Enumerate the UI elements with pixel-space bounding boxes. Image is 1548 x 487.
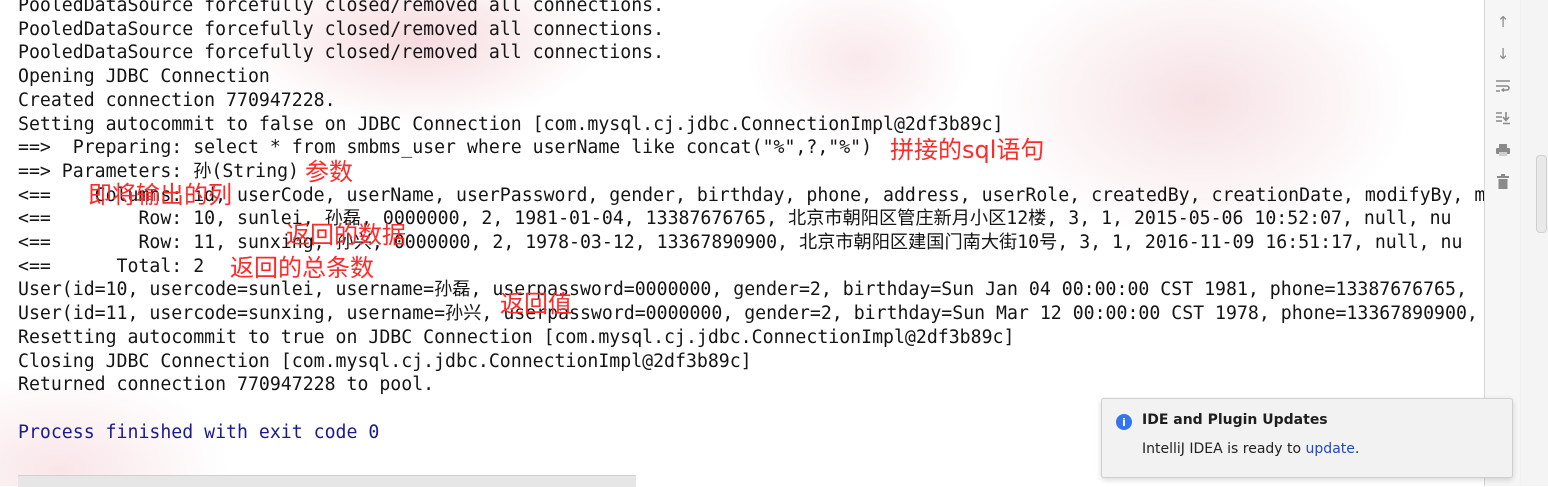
annotation-output-columns: 即将输出的列 xyxy=(88,181,232,209)
console-line: PooledDataSource forcefully closed/remov… xyxy=(18,42,665,64)
scroll-to-end-icon[interactable] xyxy=(1493,108,1513,128)
print-icon[interactable] xyxy=(1493,140,1513,160)
update-link[interactable]: update xyxy=(1306,441,1355,457)
console-line: Resetting autocommit to true on JDBC Con… xyxy=(18,326,1015,348)
console-line: <== Total: 2 xyxy=(18,255,205,277)
console-line: <== Row: 11, sunxing, 孙兴, 0000000, 2, 19… xyxy=(18,232,1463,253)
annotation-total-count: 返回的总条数 xyxy=(230,254,374,282)
console-line: User(id=11, usercode=sunxing, username=孙… xyxy=(18,303,1478,325)
console-line: PooledDataSource forcefully closed/remov… xyxy=(18,0,665,16)
notification-title: IDE and Plugin Updates xyxy=(1142,412,1328,428)
console-line: ==> Preparing: select * from smbms_user … xyxy=(18,137,873,159)
up-arrow-icon[interactable]: ↑ xyxy=(1493,12,1513,32)
soft-wrap-icon[interactable] xyxy=(1493,76,1513,96)
console-line: <== Columns: id, userCode, userName, use… xyxy=(18,184,1484,206)
annotation-sql-statement: 拼接的sql语句 xyxy=(890,136,1045,164)
annotation-return-value: 返回值 xyxy=(500,290,572,318)
annotation-parameters: 参数 xyxy=(305,158,353,186)
down-arrow-icon[interactable]: ↓ xyxy=(1493,44,1513,64)
process-finished-line: Process finished with exit code 0 xyxy=(18,421,380,443)
scrollbar-thumb[interactable] xyxy=(1536,155,1547,233)
notification-body: IntelliJ IDEA is ready to update. xyxy=(1142,441,1359,457)
vertical-scrollbar[interactable] xyxy=(1520,0,1548,486)
trash-icon[interactable] xyxy=(1493,172,1513,192)
console-line: Created connection 770947228. xyxy=(18,89,336,111)
scroll-to-end-glyph xyxy=(1496,112,1510,125)
console-line: Closing JDBC Connection [com.mysql.cj.jd… xyxy=(18,350,752,372)
notification-suffix: . xyxy=(1354,441,1360,457)
console-line: PooledDataSource forcefully closed/remov… xyxy=(18,18,665,40)
console-line: Opening JDBC Connection xyxy=(18,66,270,88)
notification-text: IntelliJ IDEA is ready to xyxy=(1142,441,1306,457)
info-icon: i xyxy=(1116,414,1132,430)
console-line: Setting autocommit to false on JDBC Conn… xyxy=(18,113,1004,135)
horizontal-scrollbar[interactable] xyxy=(18,475,636,487)
console-line: Returned connection 770947228 to pool. xyxy=(18,374,435,396)
soft-wrap-glyph xyxy=(1496,80,1510,93)
print-glyph xyxy=(1496,144,1510,156)
console-line: <== Row: 10, sunlei, 孙磊, 0000000, 2, 198… xyxy=(18,208,1452,230)
update-notification[interactable]: i IDE and Plugin Updates IntelliJ IDEA i… xyxy=(1101,398,1513,478)
annotation-returned-data: 返回的数据 xyxy=(286,221,406,249)
trash-glyph xyxy=(1497,174,1509,189)
